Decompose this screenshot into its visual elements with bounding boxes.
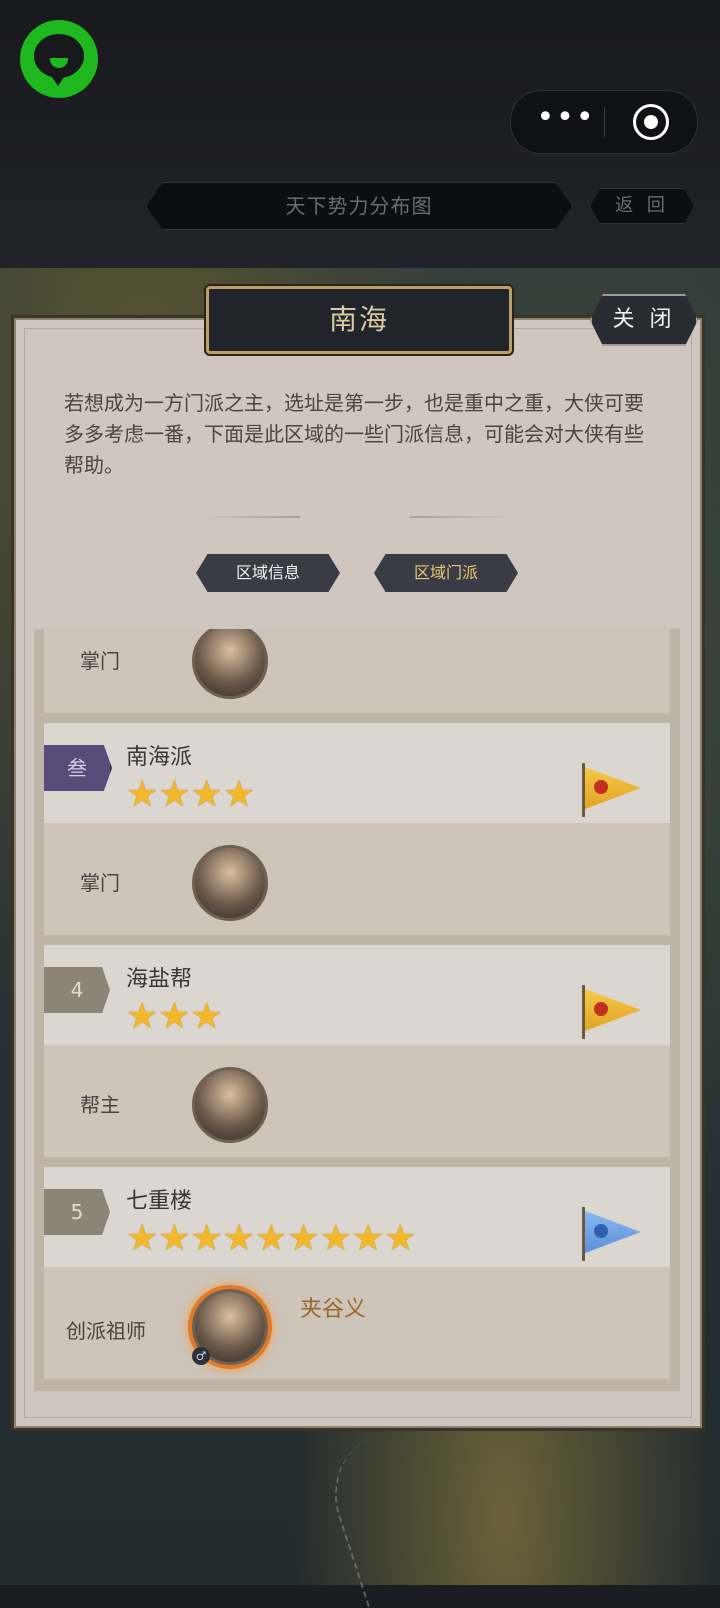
sect-flag-icon	[582, 1207, 641, 1261]
avatar[interactable]	[192, 1067, 268, 1143]
sect-row[interactable]: 4 海盐帮 ★★★	[44, 945, 670, 1045]
star-rating: ★★★	[126, 996, 223, 1037]
sect-leader-row: 创派祖师 ♂ 夹谷义	[44, 1267, 670, 1379]
tab-region-info[interactable]: 区域信息	[196, 554, 340, 592]
sect-leader-row: 掌门	[44, 629, 670, 713]
sect-list[interactable]: 掌门 叁 南海派 ★★★★ 掌门 4 海盐帮 ★★★ 帮主 5 七重楼 ★★★★…	[34, 629, 680, 1391]
sect-name: 海盐帮	[126, 967, 193, 992]
leader-role: 帮主	[80, 1093, 120, 1117]
rank-badge: 5	[44, 1189, 110, 1235]
chat-logo-icon[interactable]	[20, 20, 98, 98]
star-rating: ★★★★★★★★★	[126, 1218, 417, 1259]
leader-role: 创派祖师	[66, 1319, 146, 1343]
sect-row[interactable]: 叁 南海派 ★★★★	[44, 723, 670, 823]
sect-name: 南海派	[126, 745, 193, 770]
sect-leader-row: 帮主	[44, 1045, 670, 1157]
sect-flag-icon	[582, 985, 641, 1039]
avatar[interactable]	[192, 629, 268, 699]
rank-badge: 叁	[44, 745, 112, 791]
avatar[interactable]	[192, 845, 268, 921]
leader-role: 掌门	[80, 871, 120, 895]
back-button[interactable]: 返 回	[590, 188, 694, 224]
sect-leader-row: 掌门	[44, 823, 670, 935]
close-miniprogram-icon[interactable]	[633, 104, 669, 140]
region-title: 南海	[206, 286, 512, 354]
tab-region-sects[interactable]: 区域门派	[374, 554, 518, 592]
close-button[interactable]: 关 闭	[590, 294, 698, 346]
region-description: 若想成为一方门派之主，选址是第一步，也是重中之重，大侠可要多多考虑一番，下面是此…	[64, 391, 644, 477]
sect-name: 七重楼	[126, 1189, 193, 1214]
sect-row[interactable]: 5 七重楼 ★★★★★★★★★	[44, 1167, 670, 1267]
divider-ornament	[200, 516, 300, 518]
star-rating: ★★★★	[126, 774, 256, 815]
sect-flag-icon	[582, 763, 641, 817]
mini-program-capsule: •••	[510, 90, 698, 154]
top-bar: ••• 天下势力分布图 返 回	[0, 0, 720, 268]
divider-ornament	[410, 516, 510, 518]
more-menu-button[interactable]: •••	[531, 103, 601, 141]
leader-name: 夹谷义	[300, 1297, 367, 1322]
page-title: 天下势力分布图	[146, 182, 572, 230]
leader-role: 掌门	[80, 649, 120, 673]
rank-badge: 4	[44, 967, 110, 1013]
male-icon: ♂	[192, 1347, 210, 1365]
